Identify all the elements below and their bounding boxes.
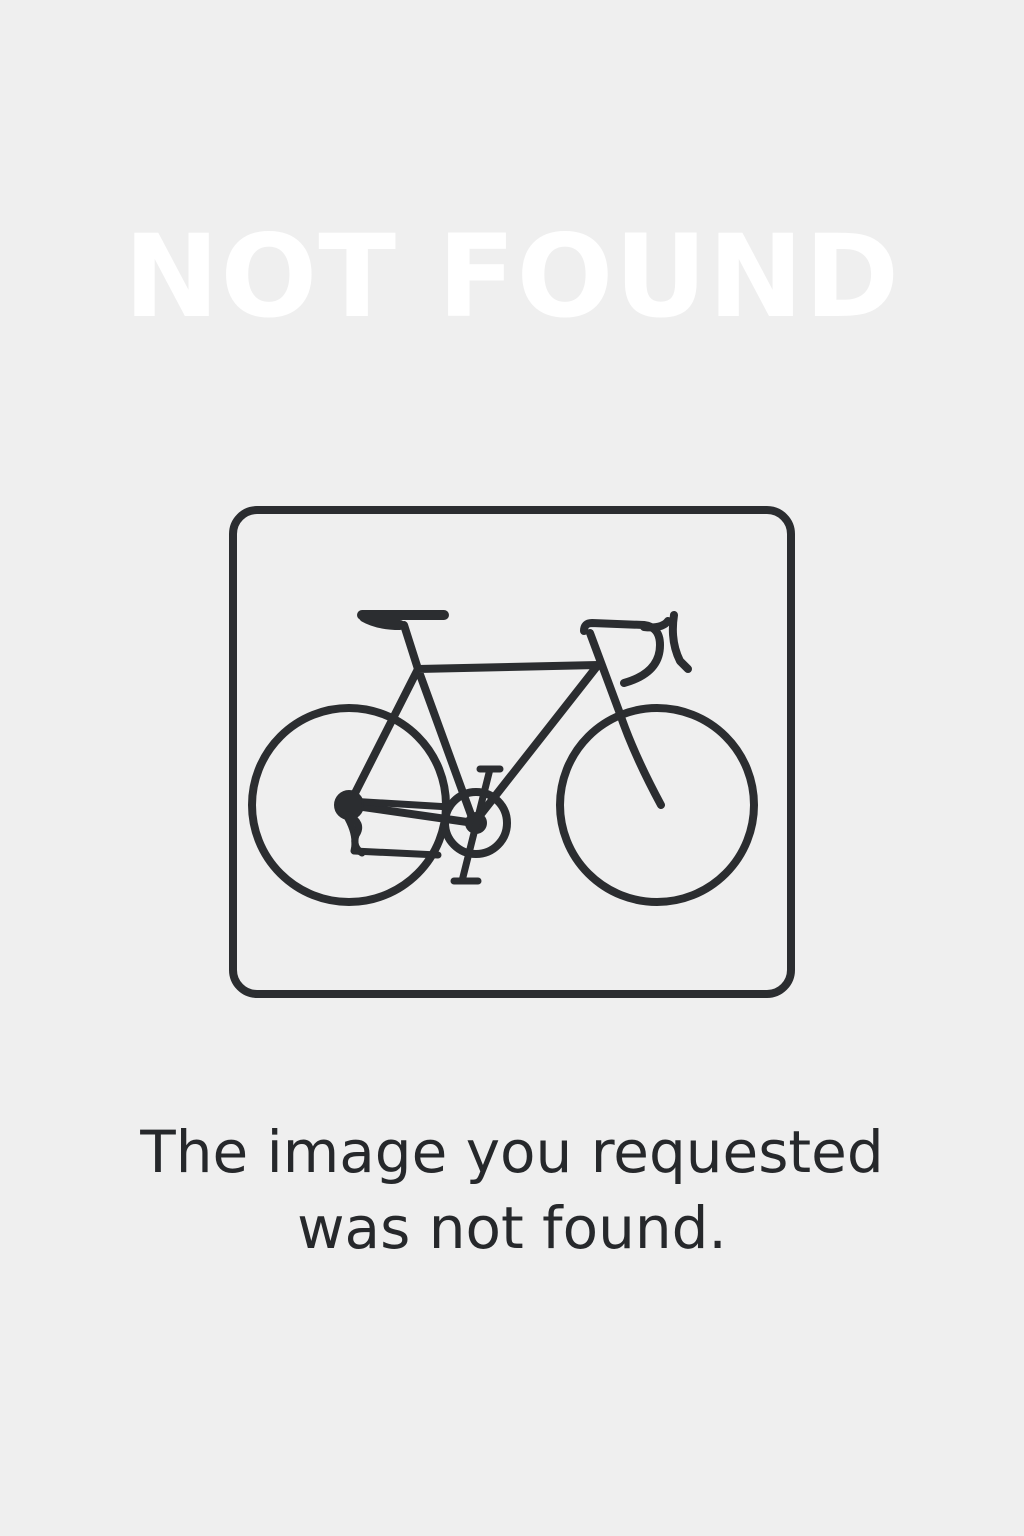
message-line-2: was not found. xyxy=(297,1194,727,1262)
not-found-message: The image you requested was not found. xyxy=(0,1114,1024,1266)
not-found-heading: NOT FOUND xyxy=(123,210,901,343)
bicycle-icon xyxy=(228,505,796,999)
saddle xyxy=(357,610,449,630)
icon-border xyxy=(229,506,795,998)
seat-post xyxy=(400,621,422,673)
message-line-1: The image you requested xyxy=(140,1118,884,1186)
fork xyxy=(586,629,665,809)
